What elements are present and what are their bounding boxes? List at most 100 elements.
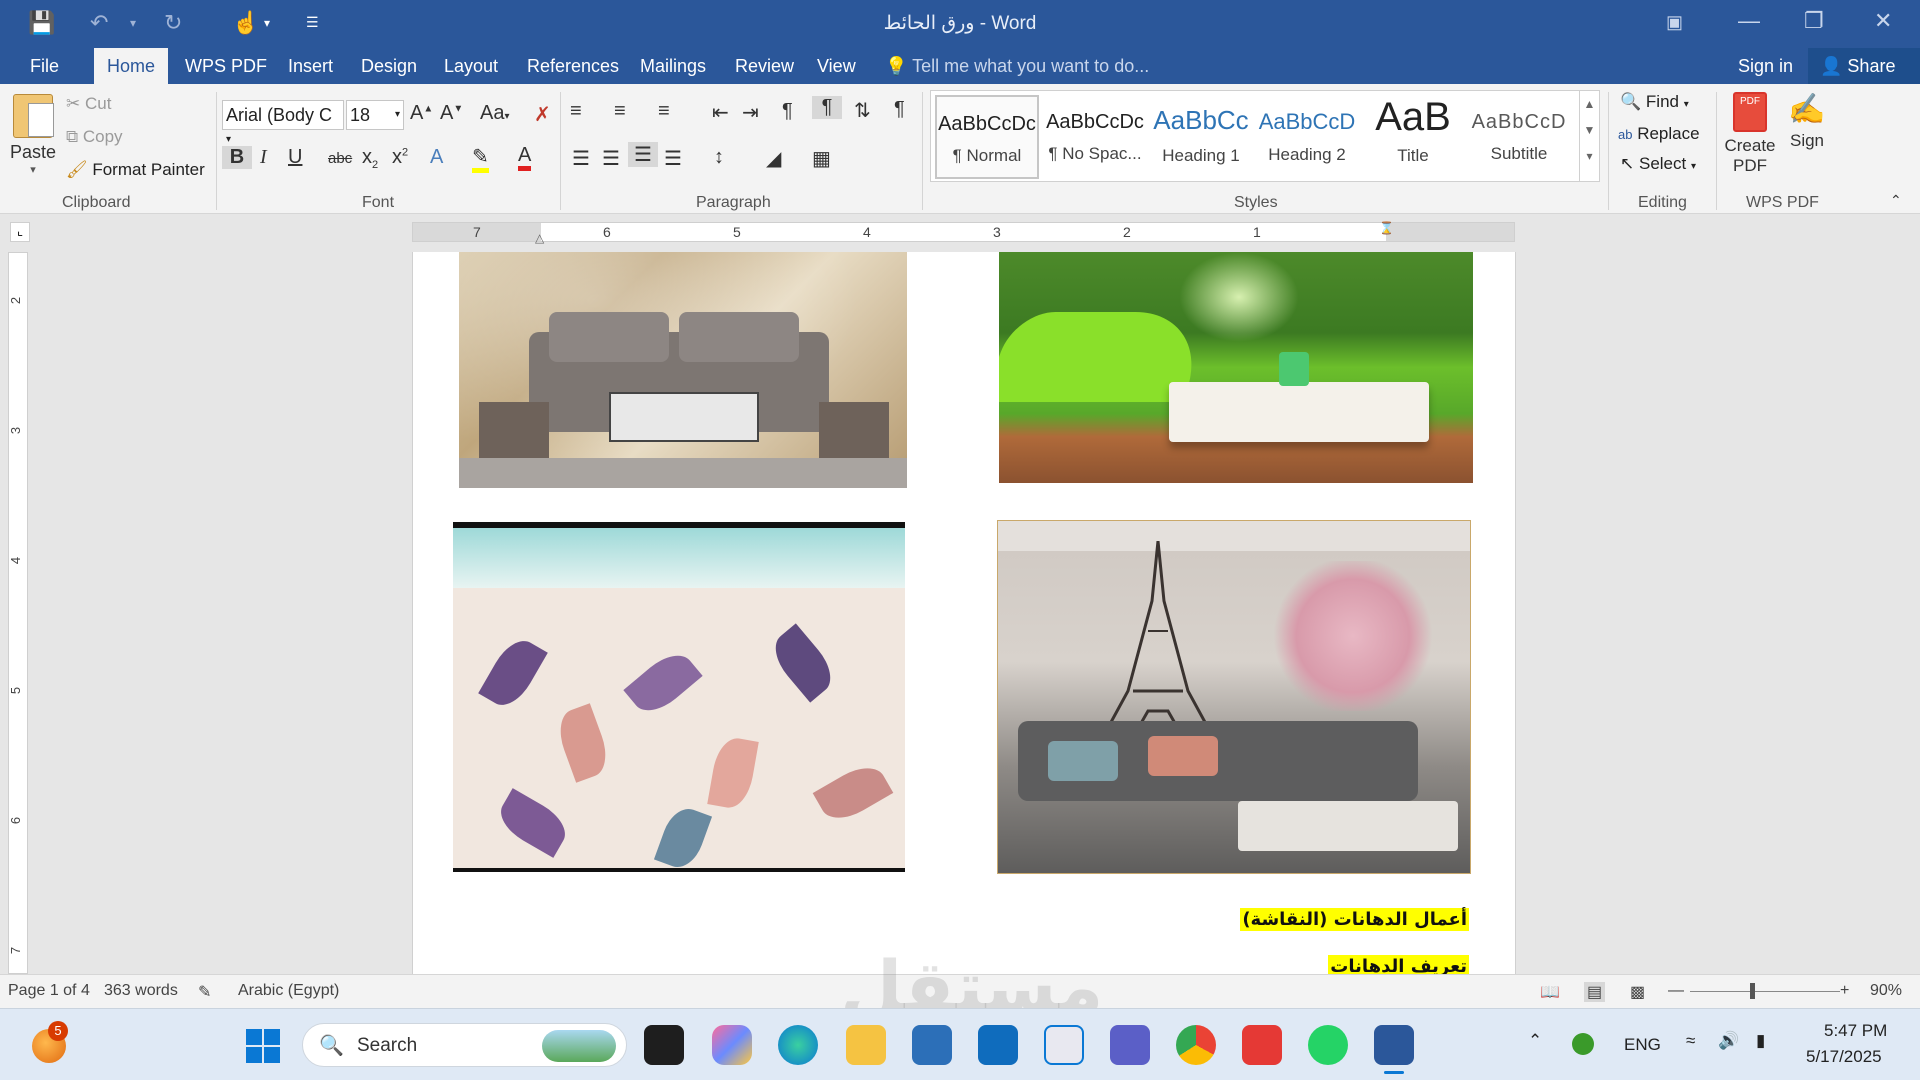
zoom-slider-thumb[interactable] <box>1750 983 1755 999</box>
tab-wps-pdf[interactable]: WPS PDF <box>185 56 267 77</box>
replace-button[interactable]: ab Replace <box>1618 124 1700 144</box>
clock-time[interactable]: 5:47 PM <box>1824 1021 1887 1041</box>
align-left-icon[interactable]: ☰ <box>572 146 590 171</box>
tab-file[interactable]: File <box>30 56 59 77</box>
clear-formatting-icon[interactable]: ✗ <box>534 102 551 127</box>
zoom-out-icon[interactable]: — <box>1668 982 1684 1000</box>
shading-icon[interactable]: ◢ <box>766 146 781 171</box>
more-styles-icon[interactable]: ▾ <box>1580 149 1599 163</box>
font-name-select[interactable]: Arial (Body C ▾ <box>222 100 344 145</box>
bullets-icon[interactable]: ≡ <box>570 100 582 123</box>
security-icon[interactable] <box>1572 1033 1594 1055</box>
zoom-in-icon[interactable]: + <box>1840 982 1849 1000</box>
snipping-tool-icon[interactable] <box>1044 1025 1084 1065</box>
multilevel-list-icon[interactable]: ≡ <box>658 100 670 123</box>
show-marks-icon[interactable]: ¶ <box>894 98 905 121</box>
find-button[interactable]: 🔍 Find ▾ <box>1620 92 1689 112</box>
copy-button[interactable]: ⧉ Copy <box>66 127 123 147</box>
heading-text[interactable]: أعمال الدهانات (النقاشة) <box>1240 908 1469 931</box>
style-heading-1[interactable]: AaBbCc Heading 1 <box>1149 95 1253 179</box>
volume-icon[interactable]: 🔊 <box>1718 1031 1739 1051</box>
file-explorer-icon[interactable] <box>846 1025 886 1065</box>
increase-indent-icon[interactable]: ⇥ <box>742 100 759 125</box>
style-subtitle[interactable]: AaBbCcD Subtitle <box>1467 95 1571 179</box>
bedroom-wallpaper-image[interactable] <box>459 252 907 488</box>
style-heading-2[interactable]: AaBbCcD Heading 2 <box>1255 95 1359 179</box>
justify-icon[interactable]: ☰ <box>664 146 682 171</box>
grow-font-icon[interactable]: A▲ <box>410 102 433 125</box>
select-button[interactable]: ↖ Select ▾ <box>1620 154 1696 174</box>
scroll-up-icon[interactable]: ▲ <box>1580 97 1599 111</box>
collapse-ribbon-icon[interactable]: ⌃ <box>1890 192 1902 209</box>
indent-marker-icon[interactable]: △ <box>535 231 544 245</box>
underline-button[interactable]: U <box>288 146 302 169</box>
web-layout-icon[interactable]: ▩ <box>1630 982 1645 1002</box>
tab-design[interactable]: Design <box>361 56 417 77</box>
right-indent-marker-icon[interactable]: ⌛ <box>1379 221 1394 235</box>
page-count[interactable]: Page 1 of 4 <box>8 982 90 1000</box>
tab-review[interactable]: Review <box>735 56 794 77</box>
clock-date[interactable]: 5/17/2025 <box>1806 1047 1882 1067</box>
italic-button[interactable]: I <box>260 146 267 169</box>
show-hidden-icons[interactable]: ⌃ <box>1528 1031 1542 1051</box>
battery-icon[interactable]: ▮ <box>1756 1031 1765 1051</box>
tab-layout[interactable]: Layout <box>444 56 498 77</box>
subscript-button[interactable]: x2 <box>362 146 378 171</box>
word-icon[interactable] <box>1374 1025 1414 1065</box>
style-title[interactable]: AaB Title <box>1361 95 1465 179</box>
whatsapp-icon[interactable] <box>1308 1025 1348 1065</box>
bold-button[interactable]: B <box>222 146 252 169</box>
subheading-text[interactable]: تعريف الدهانات <box>1328 955 1469 974</box>
align-right-icon[interactable]: ☰ <box>628 142 658 167</box>
document-page[interactable]: أعمال الدهانات (النقاشة) تعريف الدهانات <box>412 252 1516 974</box>
sign-button[interactable]: ✍ Sign <box>1784 92 1830 151</box>
proofing-icon[interactable]: ✎ <box>198 982 211 1002</box>
tab-references[interactable]: References <box>527 56 619 77</box>
input-language[interactable]: ENG <box>1624 1035 1661 1055</box>
align-center-icon[interactable]: ☰ <box>602 146 620 171</box>
tab-home[interactable]: Home <box>94 48 169 84</box>
windows-start-icon[interactable] <box>246 1029 280 1063</box>
scroll-down-icon[interactable]: ▼ <box>1580 123 1599 137</box>
edge-icon[interactable] <box>778 1025 818 1065</box>
numbering-icon[interactable]: ≡ <box>614 100 626 123</box>
word-count[interactable]: 363 words <box>104 982 178 1000</box>
tell-me-search[interactable]: 💡 Tell me what you want to do... <box>885 56 1149 77</box>
wifi-icon[interactable]: ≈ <box>1686 1031 1695 1051</box>
zoom-level[interactable]: 90% <box>1870 982 1902 1000</box>
change-case-button[interactable]: Aa▾ <box>480 102 510 125</box>
tab-view[interactable]: View <box>817 56 856 77</box>
ribbon-display-icon[interactable]: ▣ <box>1666 12 1683 33</box>
styles-scroll[interactable]: ▲ ▼ ▾ <box>1579 91 1599 181</box>
sort-icon[interactable]: ⇅ <box>854 98 871 123</box>
eiffel-wallpaper-image[interactable] <box>997 520 1471 874</box>
font-size-select[interactable]: 18 ▾ <box>346 100 404 130</box>
paste-button[interactable]: Paste ▾ <box>10 94 56 176</box>
task-view-icon[interactable] <box>644 1025 684 1065</box>
text-effects-icon[interactable]: A <box>430 146 443 169</box>
font-color-icon[interactable]: A <box>518 144 532 171</box>
strikethrough-button[interactable]: abc <box>328 150 352 167</box>
tab-insert[interactable]: Insert <box>288 56 333 77</box>
minimize-icon[interactable]: — <box>1738 8 1760 34</box>
taskbar-search[interactable]: 🔍 Search <box>302 1023 627 1067</box>
line-spacing-icon[interactable]: ↕ <box>714 146 724 169</box>
ruler-bar[interactable]: 7 6 5 4 3 2 1 △ ⌛ <box>412 221 1515 245</box>
restore-icon[interactable]: ❐ <box>1804 8 1824 34</box>
outlook-icon[interactable] <box>978 1025 1018 1065</box>
garden-wallpaper-image[interactable] <box>999 252 1473 483</box>
leaves-wallpaper-image[interactable] <box>453 522 905 872</box>
close-icon[interactable]: ✕ <box>1874 8 1892 34</box>
teams-icon[interactable] <box>1110 1025 1150 1065</box>
highlight-color-icon[interactable]: ✎ <box>472 144 489 173</box>
format-painter-button[interactable]: 🖌 Format Painter <box>66 160 205 180</box>
store-icon[interactable] <box>912 1025 952 1065</box>
zoom-slider[interactable] <box>1690 991 1840 992</box>
superscript-button[interactable]: x2 <box>392 146 408 169</box>
create-pdf-button[interactable]: PDF Create PDF <box>1722 92 1778 176</box>
shrink-font-icon[interactable]: A▼ <box>440 102 463 125</box>
tab-selector-icon[interactable]: ⌞ <box>10 222 30 242</box>
copilot-icon[interactable] <box>712 1025 752 1065</box>
rtl-icon[interactable]: ¶ <box>812 96 842 119</box>
vertical-ruler[interactable]: 2 3 4 5 6 7 <box>8 252 28 974</box>
